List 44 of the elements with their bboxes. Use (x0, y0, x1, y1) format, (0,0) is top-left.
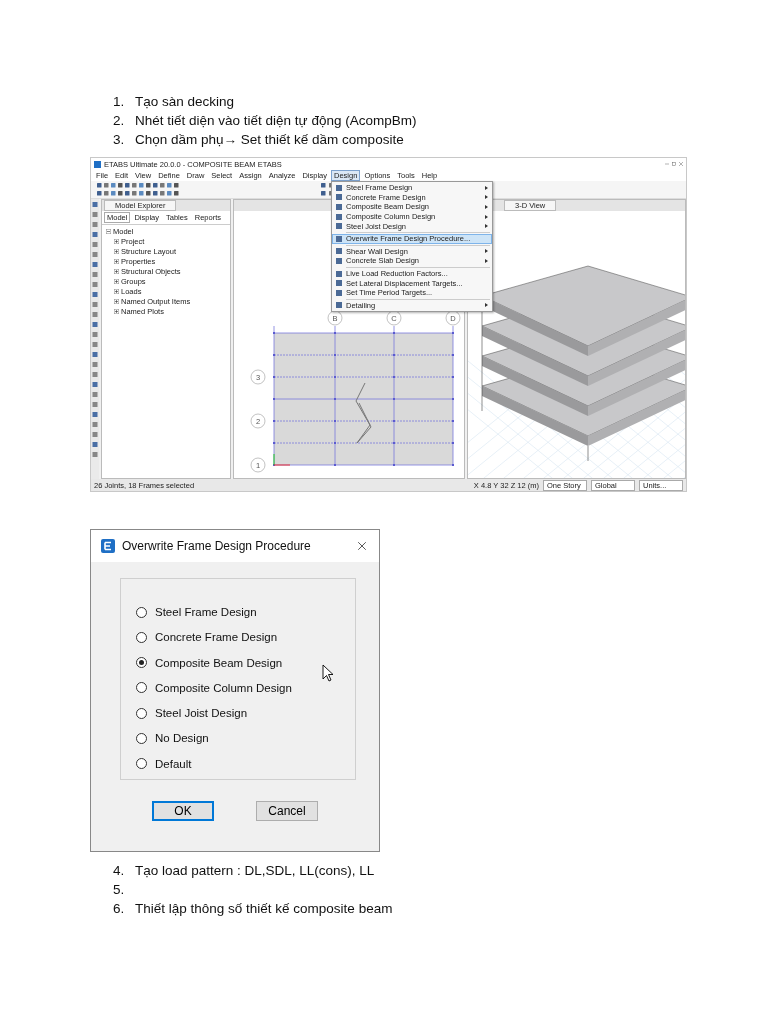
list-number: 4. (113, 863, 126, 878)
expand-icon[interactable] (114, 239, 119, 244)
app-logo-icon (101, 539, 115, 553)
expand-icon[interactable] (114, 259, 119, 264)
expand-icon[interactable] (114, 269, 119, 274)
step-text: Thiết lập thông số thiết kế composite beam (135, 901, 393, 916)
expand-icon[interactable] (114, 289, 119, 294)
list-number: 3. (113, 132, 126, 147)
radio-button[interactable] (136, 707, 147, 719)
submenu-arrow-icon (485, 303, 488, 308)
expand-icon[interactable] (114, 309, 119, 314)
dialog-title: Overwrite Frame Design Procedure (122, 539, 312, 553)
expand-icon[interactable] (114, 299, 119, 304)
cancel-button[interactable]: Cancel (256, 801, 318, 821)
list-number: 6. (113, 901, 126, 916)
expand-icon[interactable] (114, 279, 119, 284)
radio-button[interactable] (136, 606, 147, 618)
list-number: 5. (113, 882, 126, 897)
radio-label[interactable]: Steel Joist Design (155, 707, 248, 720)
radio-label[interactable]: Steel Frame Design (155, 606, 257, 618)
submenu-arrow-icon (485, 205, 488, 209)
collapse-icon[interactable] (106, 229, 111, 234)
radio-label[interactable]: Composite Column Design (155, 681, 292, 694)
radio-label[interactable]: No Design (155, 732, 209, 745)
radio-button[interactable] (136, 733, 147, 744)
radio-button[interactable] (136, 758, 147, 770)
ok-button[interactable]: OK (152, 801, 214, 821)
expand-icon[interactable] (114, 249, 119, 254)
list-number: 2. (113, 113, 126, 128)
step-text: Tạo load pattern : DL,SDL, LL(cons), LL (135, 863, 375, 878)
radio-label[interactable]: Default (155, 757, 192, 770)
radio-button[interactable] (136, 657, 147, 669)
radio-label[interactable]: Composite Beam Design (155, 656, 283, 669)
radio-button[interactable] (136, 631, 147, 643)
step-text: Chọn dầm phụ→ Set thiết kế dầm composite (135, 132, 404, 147)
step-text: Tạo sàn decking (135, 94, 235, 109)
step-text: Nhét tiết diện vào tiết diện tự động (AcompBm) (135, 113, 417, 128)
cursor-icon (322, 664, 334, 683)
list-number: 1. (113, 94, 126, 109)
maximize-icon[interactable] (672, 162, 676, 166)
radio-button[interactable] (136, 682, 147, 694)
radio-label[interactable]: Concrete Frame Design (155, 631, 278, 644)
app-logo-icon (94, 160, 101, 168)
close-icon[interactable] (355, 539, 369, 553)
